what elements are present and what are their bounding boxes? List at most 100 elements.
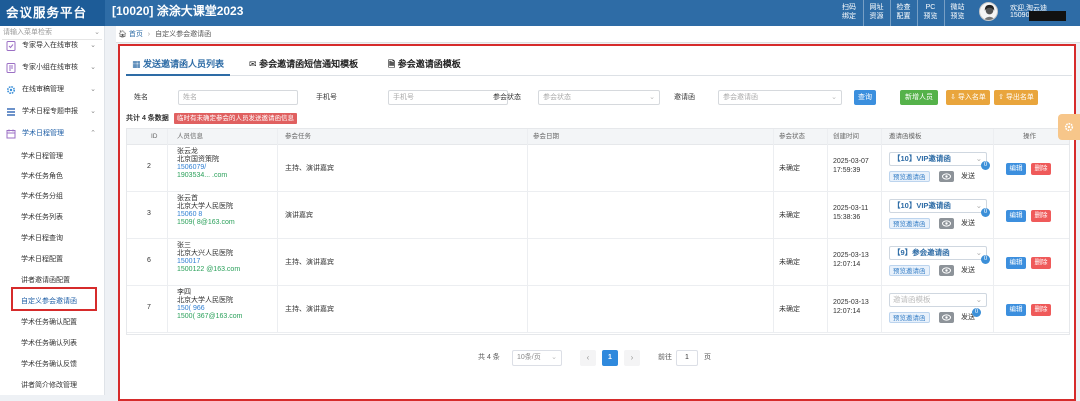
eye-icon[interactable] bbox=[939, 312, 954, 323]
row-status: 未确定 bbox=[779, 306, 800, 313]
search-button[interactable]: 查询 bbox=[854, 90, 876, 105]
preview-invitation-button[interactable]: 预览邀请函 bbox=[889, 312, 930, 323]
table-header: ID 人员信息 参会任务 参会日期 参会状态 创建时间 邀请函模板 操作 bbox=[127, 129, 1069, 145]
edit-button[interactable]: 编辑 bbox=[1006, 210, 1026, 222]
send-button[interactable]: 发送 bbox=[961, 218, 975, 229]
url-resource-line1: 网址 bbox=[869, 4, 884, 11]
prev-page-button[interactable]: ‹ bbox=[580, 350, 596, 366]
preview-invitation-button[interactable]: 预览邀请函 bbox=[889, 171, 930, 182]
tab-sms-template[interactable]: ✉ 参会邀请函短信通知模板 bbox=[249, 52, 358, 76]
chevron-left-icon: ‹ bbox=[586, 353, 590, 362]
person-org: 北京大学人民医院 bbox=[177, 297, 233, 304]
sidebar-item-schedule-management[interactable]: 学术日程管理 ⌃ bbox=[0, 124, 104, 144]
import-list-button[interactable]: ⇩ 导入名单 bbox=[946, 90, 990, 105]
sidebar-item-label: 专家小组在线审核 bbox=[22, 64, 78, 71]
microsite-preview-button[interactable]: 微站 预览 bbox=[944, 0, 970, 26]
row-created-time: 12:07:14 bbox=[833, 308, 861, 315]
pc-preview-button[interactable]: PC 预览 bbox=[917, 0, 943, 26]
page-size-select[interactable]: 10条/页 ⌄ bbox=[512, 350, 562, 366]
sidebar-subitem-speaker-bio[interactable]: 讲者简介修改管理 bbox=[0, 376, 104, 396]
template-select[interactable]: 【10】VIP邀请函 ⌄ 0 bbox=[889, 199, 990, 217]
delete-button[interactable]: 删除 bbox=[1031, 257, 1051, 269]
export-list-button[interactable]: ⇧ 导出名单 bbox=[994, 90, 1038, 105]
col-status: 参会状态 bbox=[779, 133, 805, 140]
template-select[interactable]: 参会邀请函 ⌄ bbox=[718, 90, 842, 105]
person-email: 1500122 @163.com bbox=[177, 266, 241, 273]
scan-bind-button[interactable]: 扫码 绑定 bbox=[836, 0, 862, 26]
name-filter-label: 姓名 bbox=[134, 94, 148, 101]
pagination-total: 共 4 条 bbox=[478, 354, 500, 361]
tab-invitee-list[interactable]: ▦ 发送邀请函人员列表 bbox=[126, 52, 231, 76]
send-count-badge: 0 bbox=[981, 208, 990, 217]
send-unconfirmed-button[interactable]: 临时有未确定参会的人员发送邀请函信息 bbox=[174, 113, 297, 124]
sidebar-subitem-schedule-query[interactable]: 学术日程查询 bbox=[0, 229, 104, 249]
eye-icon[interactable] bbox=[939, 218, 954, 229]
check-config-line1: 检查 bbox=[896, 4, 911, 11]
goto-page-input[interactable]: 1 bbox=[676, 350, 698, 366]
user-phone: 15090 bbox=[1010, 12, 1030, 19]
sidebar-subitem-schedule-config[interactable]: 学术日程配置 bbox=[0, 250, 104, 270]
sidebar-item-expert-import-review[interactable]: 专家导入在线审核 ⌄ bbox=[0, 36, 104, 56]
table-row: 6 张三 北京大兴人民医院 150017 1500122 @163.com 主持… bbox=[127, 240, 1069, 286]
name-input[interactable]: 姓名 bbox=[178, 90, 298, 105]
check-config-line2: 配置 bbox=[896, 13, 911, 20]
next-page-button[interactable]: › bbox=[624, 350, 640, 366]
page-1-button[interactable]: 1 bbox=[602, 350, 618, 366]
side-settings-tab[interactable] bbox=[1058, 114, 1080, 140]
send-count-badge: 0 bbox=[972, 308, 981, 317]
eye-icon[interactable] bbox=[939, 265, 954, 276]
sidebar-subitem-task-group[interactable]: 学术任务分组 bbox=[0, 187, 104, 207]
sidebar: 请输入菜单检索 ⌄ 专家导入在线审核 ⌄ 专家小组在线审核 ⌄ 在线审稿管理 ⌄ 学术日… bbox=[0, 26, 105, 395]
person-org: 北京大兴人民医院 bbox=[177, 250, 233, 257]
edit-button[interactable]: 编辑 bbox=[1006, 257, 1026, 269]
breadcrumb-home[interactable]: 首页 bbox=[129, 31, 143, 38]
table-row: 7 李四 北京大学人民医院 150( 966 1500( 367@163.com… bbox=[127, 287, 1069, 333]
person-email: 1500( 367@163.com bbox=[177, 313, 243, 320]
preview-invitation-button[interactable]: 预览邀请函 bbox=[889, 218, 930, 229]
row-status: 未确定 bbox=[779, 259, 800, 266]
delete-button[interactable]: 删除 bbox=[1031, 304, 1051, 316]
url-resource-line2: 资源 bbox=[869, 13, 884, 20]
url-resource-button[interactable]: 网址 资源 bbox=[863, 0, 889, 26]
add-person-button[interactable]: 新增人员 bbox=[900, 90, 938, 105]
sidebar-subitem-task-role[interactable]: 学术任务角色 bbox=[0, 167, 104, 187]
row-created-date: 2025-03-11 bbox=[833, 205, 869, 212]
edit-button[interactable]: 编辑 bbox=[1006, 163, 1026, 175]
sidebar-subitem-schedule[interactable]: 学术日程管理 bbox=[0, 147, 104, 167]
sidebar-item-expert-group-review[interactable]: 专家小组在线审核 ⌄ bbox=[0, 58, 104, 78]
user-menu[interactable]: 欢迎,淘云迪 15090 bbox=[972, 0, 1080, 26]
top-bar: 会议服务平台 [10020] 涂涂大课堂2023 扫码 绑定 网址 资源 检查 配置 … bbox=[0, 0, 1080, 26]
delete-button[interactable]: 删除 bbox=[1031, 163, 1051, 175]
check-config-button[interactable]: 检查 配置 bbox=[890, 0, 916, 26]
tab-bar: ▦ 发送邀请函人员列表 ✉ 参会邀请函短信通知模板 🗎︎ 参会邀请函模板 bbox=[126, 52, 1072, 76]
template-select[interactable]: 【10】VIP邀请函 ⌄ 0 bbox=[889, 152, 990, 170]
sidebar-subitem-label: 讲者简介修改管理 bbox=[21, 382, 77, 389]
goto-label: 前往 bbox=[658, 354, 672, 361]
sidebar-subitem-task-confirm-config[interactable]: 学术任务确认配置 bbox=[0, 313, 104, 333]
tab-invitation-template[interactable]: 🗎︎ 参会邀请函模板 bbox=[388, 52, 461, 76]
mail-icon: ✉ bbox=[249, 59, 257, 69]
template-select[interactable]: 【9】参会邀请函 ⌄ 0 bbox=[889, 246, 990, 264]
row-id: 2 bbox=[147, 163, 151, 170]
person-phone: 150( 966 bbox=[177, 305, 205, 312]
sidebar-item-topic-application[interactable]: 学术日程专题申报 ⌄ bbox=[0, 102, 104, 122]
send-button[interactable]: 发送 bbox=[961, 171, 975, 182]
delete-button[interactable]: 删除 bbox=[1031, 210, 1051, 222]
person-org: 北京国资策院 bbox=[177, 156, 219, 163]
sidebar-subitem-task-list[interactable]: 学术任务列表 bbox=[0, 208, 104, 228]
sidebar-item-online-review[interactable]: 在线审稿管理 ⌄ bbox=[0, 80, 104, 100]
sidebar-subitem-task-confirm-feedback[interactable]: 学术任务确认反馈 bbox=[0, 355, 104, 375]
sidebar-subitem-label: 学术日程管理 bbox=[21, 153, 63, 160]
status-select[interactable]: 参会状态 ⌄ bbox=[538, 90, 660, 105]
sidebar-subitem-task-confirm-list[interactable]: 学术任务确认列表 bbox=[0, 334, 104, 354]
send-button[interactable]: 发送 bbox=[961, 265, 975, 276]
phone-input[interactable]: 手机号 bbox=[388, 90, 508, 105]
preview-invitation-button[interactable]: 预览邀请函 bbox=[889, 265, 930, 276]
project-title: [10020] 涂涂大课堂2023 bbox=[112, 4, 244, 18]
home-icon[interactable]: 🏠︎ bbox=[118, 31, 127, 38]
chevron-down-icon: ⌄ bbox=[90, 108, 96, 115]
eye-icon[interactable] bbox=[939, 171, 954, 182]
edit-button[interactable]: 编辑 bbox=[1006, 304, 1026, 316]
row-created-time: 15:38:36 bbox=[833, 214, 861, 221]
template-select[interactable]: 邀请函模板 ⌄ bbox=[889, 293, 987, 307]
